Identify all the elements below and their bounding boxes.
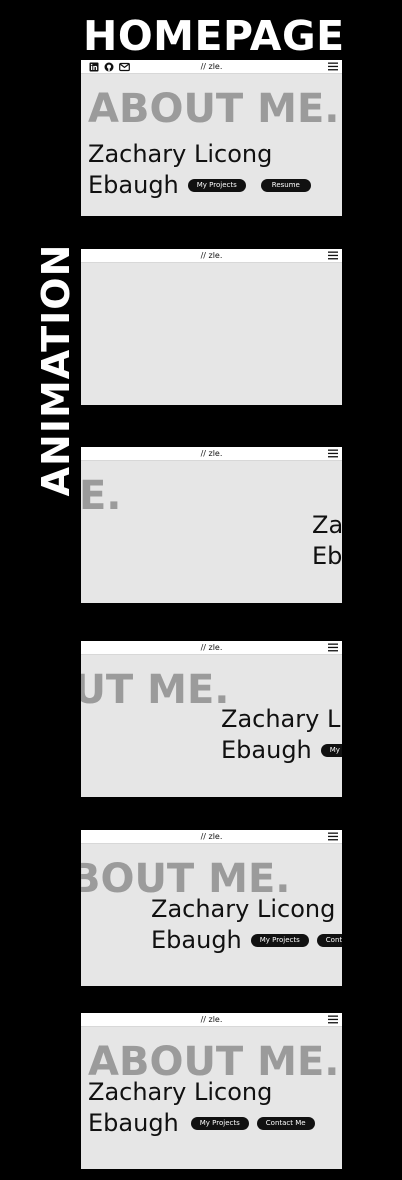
name-line-2-row: Ebaugh My Projects Contact Me [151,925,342,956]
name-line-2: Ebaugh [88,1109,179,1137]
navbar: // zle. [81,641,342,655]
hamburger-menu-icon[interactable] [328,643,338,652]
name-line-2: Ebaugh [151,926,242,954]
name-line-1: Zachary Licong [221,705,342,733]
resume-button[interactable]: Resume [260,179,311,192]
hamburger-menu-icon[interactable] [328,251,338,260]
brand-logo[interactable]: // zle. [81,60,342,73]
name-line-2-row: Ebaugh My Projects Resume [88,170,311,201]
brand-logo[interactable]: // zle. [81,641,342,654]
navbar: // zle. [81,830,342,844]
navbar: // zle. [81,60,342,74]
about-heading: ABOUT ME. [88,86,340,132]
hamburger-menu-icon[interactable] [328,449,338,458]
name-line-2: Ebaugh [88,171,179,199]
brand-logo[interactable]: // zle. [81,1013,342,1026]
page-heading: HOMEPAGE [83,12,345,60]
name-line-2-row: Ebaugh My Projects Contact Me [88,1108,315,1139]
frame-animation-3: // zle. ABOUT ME. Zachary Licong Ebaugh … [81,641,342,797]
hamburger-menu-icon[interactable] [328,62,338,71]
my-projects-button[interactable]: My Projects [190,1117,249,1130]
my-projects-button[interactable]: My Projects [250,934,309,947]
name-line-1: Zachary Licong [312,511,342,539]
name-line-2: Ebaugh [312,542,342,570]
navbar: // zle. [81,249,342,263]
brand-logo[interactable]: // zle. [81,830,342,843]
frame-animation-5: // zle. ABOUT ME. Zachary Licong Ebaugh … [81,1013,342,1169]
my-projects-button[interactable]: My Projects [187,179,246,192]
frame-animation-1: // zle. [81,249,342,405]
navbar: // zle. [81,447,342,461]
name-line-1: Zachary Licong [88,140,273,168]
hamburger-menu-icon[interactable] [328,832,338,841]
name-line-1: Zachary Licong [88,1078,273,1106]
name-line-2: Ebaugh [221,736,312,764]
name-block: Zachary Licong Ebaugh My Projects Resume [88,139,311,201]
frame-animation-2: // zle. ABOUT ME. Zachary Licong Ebaugh [81,447,342,603]
about-heading: ABOUT ME. [81,667,230,713]
name-line-1: Zachary Licong [151,895,336,923]
name-block: Zachary Licong Ebaugh [312,510,342,572]
frame-animation-4: // zle. ABOUT ME. Zachary Licong Ebaugh … [81,830,342,986]
contact-me-button[interactable]: Contact Me [256,1117,315,1130]
name-block: Zachary Licong Ebaugh My Projects Contac… [151,894,342,956]
contact-me-button[interactable]: Contact Me [316,934,342,947]
name-block: Zachary Licong Ebaugh My Projects Contac… [88,1077,315,1139]
frame-homepage: // zle. ABOUT ME. Zachary Licong Ebaugh … [81,60,342,216]
name-line-2-row: Ebaugh My Projects [221,735,342,766]
brand-logo[interactable]: // zle. [81,447,342,460]
brand-logo[interactable]: // zle. [81,249,342,262]
name-block: Zachary Licong Ebaugh My Projects [221,704,342,766]
hamburger-menu-icon[interactable] [328,1015,338,1024]
my-projects-button[interactable]: My Projects [320,744,342,757]
navbar: // zle. [81,1013,342,1027]
about-heading: ABOUT ME. [81,473,122,519]
animation-label: ANIMATION [34,243,78,497]
